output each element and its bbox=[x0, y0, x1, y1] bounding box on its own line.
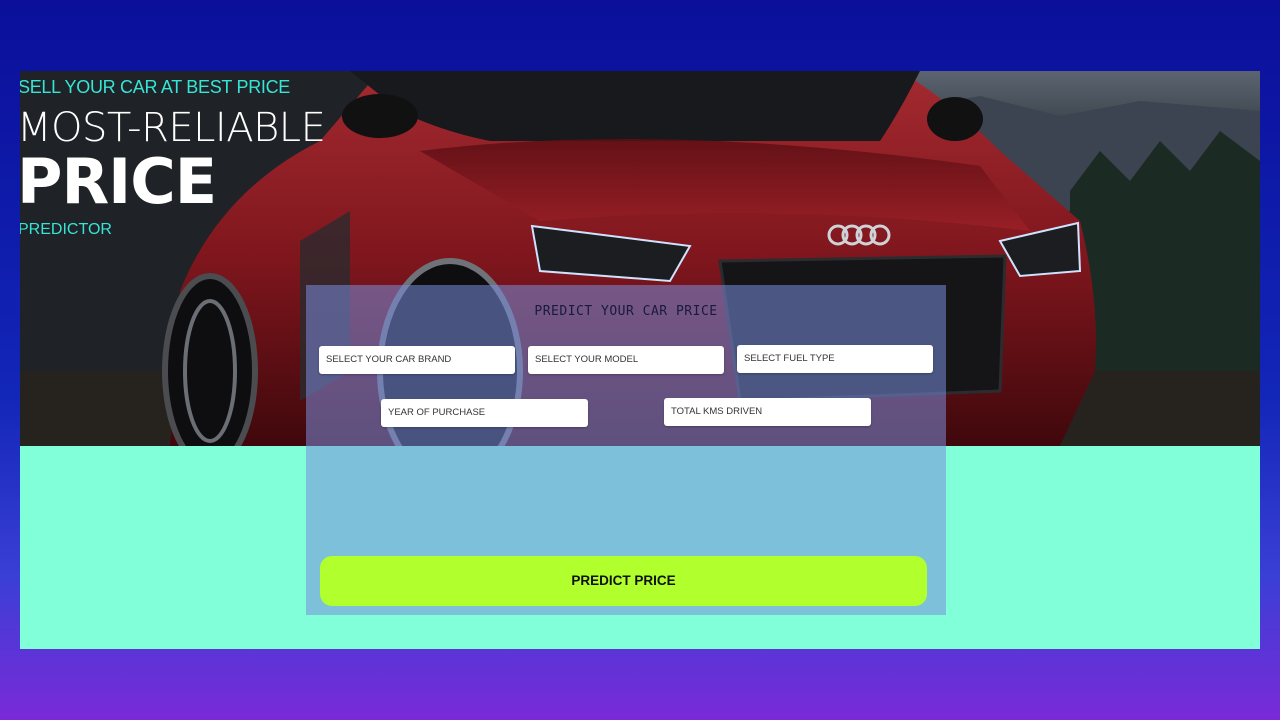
hero-tagline: SELL YOUR CAR AT BEST PRICE bbox=[20, 77, 290, 97]
hero-headline-line2: PRICE bbox=[20, 145, 217, 218]
model-select[interactable]: SELECT YOUR MODEL bbox=[528, 346, 724, 374]
app-frame: SELL YOUR CAR AT BEST PRICE MOST-RELIABL… bbox=[20, 71, 1260, 649]
total-kms-input[interactable]: TOTAL KMS DRIVEN bbox=[664, 398, 871, 426]
year-of-purchase-input[interactable]: YEAR OF PURCHASE bbox=[381, 399, 588, 427]
predict-price-button[interactable]: PREDICT PRICE bbox=[320, 556, 927, 606]
form-title: PREDICT YOUR CAR PRICE bbox=[534, 304, 718, 319]
fuel-type-select[interactable]: SELECT FUEL TYPE bbox=[737, 345, 933, 373]
car-brand-select[interactable]: SELECT YOUR CAR BRAND bbox=[319, 346, 515, 374]
prediction-form-panel: PREDICT YOUR CAR PRICE SELECT YOUR CAR B… bbox=[306, 285, 946, 615]
hero-headline-line3: PREDICTOR bbox=[20, 221, 112, 238]
